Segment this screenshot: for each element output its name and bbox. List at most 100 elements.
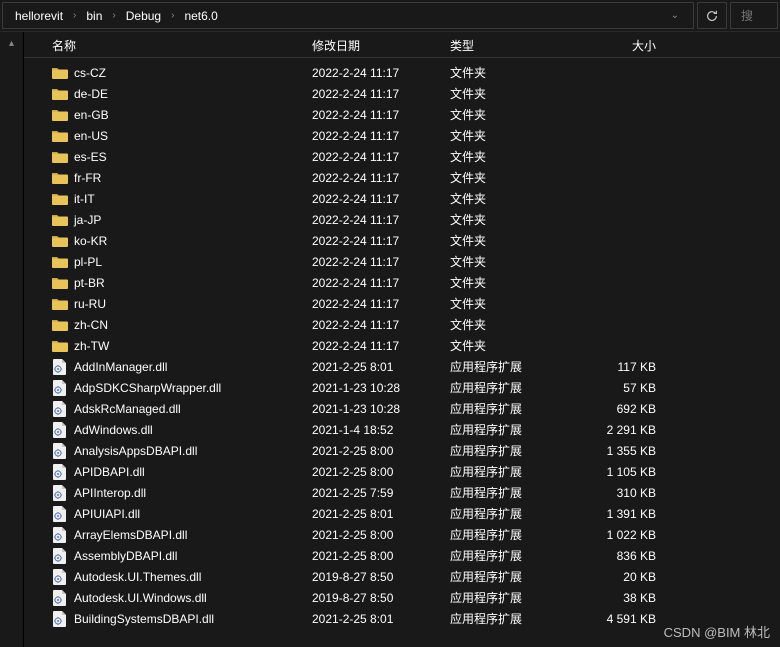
header-date[interactable]: 修改日期 (312, 37, 450, 54)
table-row[interactable]: Autodesk.UI.Themes.dll2019-8-27 8:50应用程序… (24, 566, 780, 587)
header-size[interactable]: 大小 (570, 37, 670, 54)
cell-type: 应用程序扩展 (450, 463, 570, 480)
table-row[interactable]: zh-TW2022-2-24 11:17文件夹 (24, 335, 780, 356)
cell-date: 2022-2-24 11:17 (312, 150, 450, 164)
table-row[interactable]: de-DE2022-2-24 11:17文件夹 (24, 83, 780, 104)
dll-file-icon (52, 485, 68, 501)
table-row[interactable]: pl-PL2022-2-24 11:17文件夹 (24, 251, 780, 272)
cell-type: 文件夹 (450, 337, 570, 354)
tree-gutter[interactable]: ▴ (0, 32, 24, 647)
cell-date: 2021-2-25 8:00 (312, 444, 450, 458)
table-row[interactable]: ru-RU2022-2-24 11:17文件夹 (24, 293, 780, 314)
table-row[interactable]: BuildingSystemsDBAPI.dll2021-2-25 8:01应用… (24, 608, 780, 629)
table-row[interactable]: en-US2022-2-24 11:17文件夹 (24, 125, 780, 146)
cell-name: pt-BR (52, 275, 312, 291)
cell-type: 应用程序扩展 (450, 547, 570, 564)
table-row[interactable]: APIDBAPI.dll2021-2-25 8:00应用程序扩展1 105 KB (24, 461, 780, 482)
breadcrumb-item[interactable]: hellorevit (11, 7, 67, 25)
table-row[interactable]: fr-FR2022-2-24 11:17文件夹 (24, 167, 780, 188)
cell-name: zh-CN (52, 317, 312, 333)
breadcrumb-item[interactable]: net6.0 (180, 7, 221, 25)
cell-name: AnalysisAppsDBAPI.dll (52, 443, 312, 459)
folder-icon (52, 86, 68, 102)
cell-size: 57 KB (570, 381, 670, 395)
dll-file-icon (52, 590, 68, 606)
breadcrumb-item[interactable]: bin (82, 7, 106, 25)
cell-date: 2022-2-24 11:17 (312, 276, 450, 290)
refresh-button[interactable] (697, 2, 727, 29)
table-row[interactable]: ArrayElemsDBAPI.dll2021-2-25 8:00应用程序扩展1… (24, 524, 780, 545)
search-input[interactable] (741, 9, 771, 23)
table-row[interactable]: Autodesk.UI.Windows.dll2019-8-27 8:50应用程… (24, 587, 780, 608)
cell-type: 应用程序扩展 (450, 358, 570, 375)
table-row[interactable]: APIUIAPI.dll2021-2-25 8:01应用程序扩展1 391 KB (24, 503, 780, 524)
cell-date: 2022-2-24 11:17 (312, 171, 450, 185)
folder-icon (52, 212, 68, 228)
file-name: AdskRcManaged.dll (74, 402, 181, 416)
toolbar: hellorevit › bin › Debug › net6.0 ⌄ (0, 0, 780, 32)
cell-name: pl-PL (52, 254, 312, 270)
table-row[interactable]: AnalysisAppsDBAPI.dll2021-2-25 8:00应用程序扩… (24, 440, 780, 461)
cell-name: APIInterop.dll (52, 485, 312, 501)
dll-file-icon (52, 548, 68, 564)
chevron-down-icon[interactable]: ⌄ (665, 10, 685, 21)
cell-size: 1 022 KB (570, 528, 670, 542)
table-row[interactable]: zh-CN2022-2-24 11:17文件夹 (24, 314, 780, 335)
file-name: BuildingSystemsDBAPI.dll (74, 612, 214, 626)
breadcrumb-item[interactable]: Debug (122, 7, 165, 25)
header-type[interactable]: 类型 (450, 37, 570, 54)
cell-type: 文件夹 (450, 127, 570, 144)
cell-name: ko-KR (52, 233, 312, 249)
cell-date: 2022-2-24 11:17 (312, 129, 450, 143)
file-name: pl-PL (74, 255, 102, 269)
chevron-right-icon: › (71, 10, 78, 21)
cell-size: 20 KB (570, 570, 670, 584)
search-box[interactable] (730, 2, 778, 29)
cell-type: 应用程序扩展 (450, 610, 570, 627)
header-name[interactable]: 名称 (52, 37, 312, 54)
folder-icon (52, 338, 68, 354)
file-name: APIUIAPI.dll (74, 507, 140, 521)
cell-type: 应用程序扩展 (450, 589, 570, 606)
cell-date: 2021-2-25 8:01 (312, 360, 450, 374)
breadcrumb[interactable]: hellorevit › bin › Debug › net6.0 ⌄ (2, 2, 694, 29)
dll-file-icon (52, 380, 68, 396)
file-name: AdWindows.dll (74, 423, 153, 437)
file-name: ru-RU (74, 297, 106, 311)
cell-type: 应用程序扩展 (450, 568, 570, 585)
cell-date: 2019-8-27 8:50 (312, 570, 450, 584)
table-row[interactable]: it-IT2022-2-24 11:17文件夹 (24, 188, 780, 209)
cell-date: 2021-2-25 8:00 (312, 465, 450, 479)
table-row[interactable]: ja-JP2022-2-24 11:17文件夹 (24, 209, 780, 230)
dll-file-icon (52, 569, 68, 585)
cell-name: APIUIAPI.dll (52, 506, 312, 522)
cell-name: fr-FR (52, 170, 312, 186)
file-name: de-DE (74, 87, 108, 101)
table-row[interactable]: AdWindows.dll2021-1-4 18:52应用程序扩展2 291 K… (24, 419, 780, 440)
cell-type: 应用程序扩展 (450, 484, 570, 501)
table-row[interactable]: APIInterop.dll2021-2-25 7:59应用程序扩展310 KB (24, 482, 780, 503)
table-row[interactable]: AdpSDKCSharpWrapper.dll2021-1-23 10:28应用… (24, 377, 780, 398)
file-name: en-GB (74, 108, 109, 122)
table-row[interactable]: es-ES2022-2-24 11:17文件夹 (24, 146, 780, 167)
cell-date: 2022-2-24 11:17 (312, 87, 450, 101)
cell-name: BuildingSystemsDBAPI.dll (52, 611, 312, 627)
table-row[interactable]: pt-BR2022-2-24 11:17文件夹 (24, 272, 780, 293)
refresh-icon (705, 9, 719, 23)
table-row[interactable]: AdskRcManaged.dll2021-1-23 10:28应用程序扩展69… (24, 398, 780, 419)
table-row[interactable]: ko-KR2022-2-24 11:17文件夹 (24, 230, 780, 251)
cell-name: AssemblyDBAPI.dll (52, 548, 312, 564)
file-name: fr-FR (74, 171, 101, 185)
table-row[interactable]: AddInManager.dll2021-2-25 8:01应用程序扩展117 … (24, 356, 780, 377)
table-row[interactable]: AssemblyDBAPI.dll2021-2-25 8:00应用程序扩展836… (24, 545, 780, 566)
cell-name: it-IT (52, 191, 312, 207)
cell-name: Autodesk.UI.Windows.dll (52, 590, 312, 606)
cell-date: 2022-2-24 11:17 (312, 234, 450, 248)
cell-name: AddInManager.dll (52, 359, 312, 375)
cell-date: 2021-1-23 10:28 (312, 381, 450, 395)
table-row[interactable]: en-GB2022-2-24 11:17文件夹 (24, 104, 780, 125)
cell-size: 836 KB (570, 549, 670, 563)
cell-date: 2022-2-24 11:17 (312, 192, 450, 206)
table-row[interactable]: cs-CZ2022-2-24 11:17文件夹 (24, 62, 780, 83)
folder-icon (52, 170, 68, 186)
